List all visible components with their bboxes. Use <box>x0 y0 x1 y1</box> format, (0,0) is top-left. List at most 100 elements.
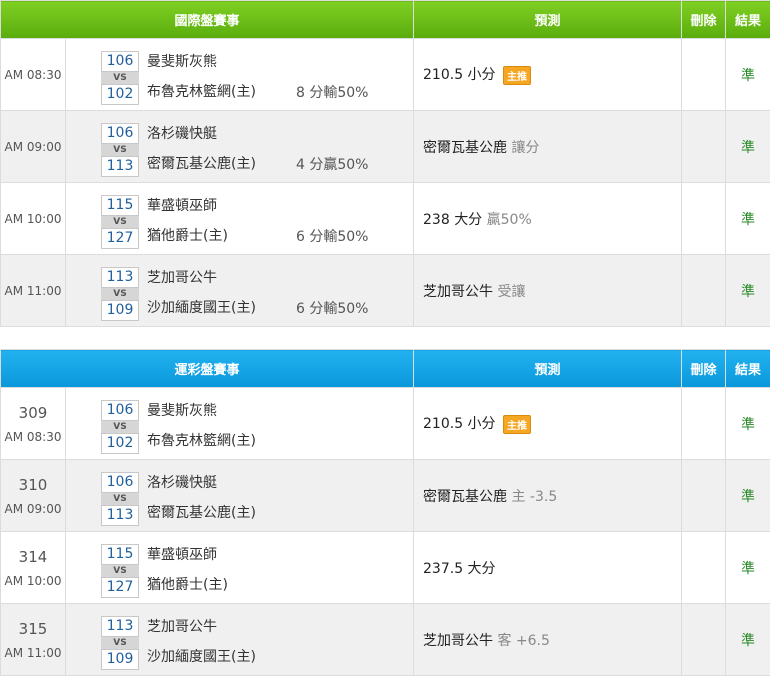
prediction-cell: 密爾瓦基公鹿 主 -3.5 <box>413 459 683 532</box>
away-score: 115 <box>101 544 139 565</box>
away-team[interactable]: 曼斐斯灰熊 <box>147 400 256 422</box>
game-time: AM 11:00 <box>4 645 62 660</box>
delete-cell <box>681 38 727 111</box>
result-cell: 準 <box>725 603 770 676</box>
away-score: 106 <box>101 400 139 421</box>
intl-rows: AM 08:30 106 VS 102 曼斐斯灰熊 布魯克林籃網(主) 8 分輸… <box>0 38 770 327</box>
teams: 曼斐斯灰熊 布魯克林籃網(主) <box>147 400 256 452</box>
prediction-detail: 受讓 <box>497 283 526 300</box>
away-team[interactable]: 芝加哥公牛 <box>147 616 256 638</box>
score-box: 113 VS 109 <box>101 267 139 321</box>
match-cell: 106 VS 102 曼斐斯灰熊 布魯克林籃網(主) 8 分輸50% <box>64 38 415 111</box>
recommend-badge: 主推 <box>503 65 531 85</box>
home-score: 102 <box>101 433 139 454</box>
away-score: 115 <box>101 195 139 216</box>
match-cell: 106 VS 113 洛杉磯快艇 密爾瓦基公鹿(主) <box>64 459 415 532</box>
away-team[interactable]: 芝加哥公牛 <box>147 267 256 289</box>
time-cell: AM 11:00 <box>0 254 66 327</box>
match-cell: 113 VS 109 芝加哥公牛 沙加緬度國王(主) <box>64 603 415 676</box>
vs-label: VS <box>101 288 139 300</box>
away-team[interactable]: 華盛頓巫師 <box>147 195 228 217</box>
home-score: 113 <box>101 156 139 177</box>
match-row: 310 AM 09:00 106 VS 113 洛杉磯快艇 密爾瓦基公鹿(主) … <box>0 459 770 532</box>
delete-cell <box>681 531 727 604</box>
score-box: 106 VS 102 <box>101 51 139 105</box>
sport-rows: 309 AM 08:30 106 VS 102 曼斐斯灰熊 布魯克林籃網(主) … <box>0 387 770 676</box>
match-cell: 115 VS 127 華盛頓巫師 猶他爵士(主) 6 分輸50% <box>64 182 415 255</box>
game-time: AM 08:30 <box>4 429 62 444</box>
home-team[interactable]: 猶他爵士(主) <box>147 225 228 247</box>
sport-pred-header: 預測 <box>413 349 683 388</box>
game-number: 310 <box>18 475 48 494</box>
home-score: 127 <box>101 577 139 598</box>
vs-label: VS <box>101 72 139 84</box>
result-cell: 準 <box>725 254 770 327</box>
time-cell: 310 AM 09:00 <box>0 459 66 532</box>
match-row: 314 AM 10:00 115 VS 127 華盛頓巫師 猶他爵士(主) 23… <box>0 531 770 604</box>
vs-label: VS <box>101 637 139 649</box>
away-score: 106 <box>101 123 139 144</box>
prediction-text: 芝加哥公牛 <box>423 283 494 300</box>
teams: 曼斐斯灰熊 布魯克林籃網(主) <box>147 51 256 103</box>
prediction-text: 237.5 大分 <box>423 560 496 577</box>
vs-label: VS <box>101 493 139 505</box>
time-cell: AM 08:30 <box>0 38 66 111</box>
result-cell: 準 <box>725 387 770 460</box>
intl-match-header: 國際盤賽事 <box>0 0 415 39</box>
prediction-cell: 210.5 小分 主推 <box>413 38 683 111</box>
away-score: 106 <box>101 472 139 493</box>
delete-cell <box>681 459 727 532</box>
sport-match-header: 運彩盤賽事 <box>0 349 415 388</box>
game-time: AM 09:00 <box>4 501 62 516</box>
prediction-board: 國際盤賽事 預測 刪除 結果 AM 08:30 106 VS 102 曼斐斯灰熊… <box>0 0 770 676</box>
match-cell: 113 VS 109 芝加哥公牛 沙加緬度國王(主) 6 分輸50% <box>64 254 415 327</box>
handicap-result: 8 分輸50% <box>296 85 369 101</box>
teams: 洛杉磯快艇 密爾瓦基公鹿(主) <box>147 472 256 524</box>
handicap-result: 4 分贏50% <box>296 157 369 173</box>
home-team[interactable]: 沙加緬度國王(主) <box>147 297 256 319</box>
result-cell: 準 <box>725 110 770 183</box>
game-time: AM 09:00 <box>4 139 62 154</box>
score-box: 106 VS 113 <box>101 472 139 526</box>
teams: 洛杉磯快艇 密爾瓦基公鹿(主) <box>147 123 256 175</box>
home-score: 109 <box>101 300 139 321</box>
home-team[interactable]: 沙加緬度國王(主) <box>147 646 256 668</box>
prediction-cell: 芝加哥公牛 受讓 <box>413 254 683 327</box>
delete-cell <box>681 387 727 460</box>
time-cell: 315 AM 11:00 <box>0 603 66 676</box>
intl-pred-header: 預測 <box>413 0 683 39</box>
home-team[interactable]: 密爾瓦基公鹿(主) <box>147 153 256 175</box>
away-team[interactable]: 曼斐斯灰熊 <box>147 51 256 73</box>
time-cell: AM 09:00 <box>0 110 66 183</box>
teams: 芝加哥公牛 沙加緬度國王(主) <box>147 616 256 668</box>
game-time: AM 10:00 <box>4 573 62 588</box>
prediction-cell: 237.5 大分 <box>413 531 683 604</box>
prediction-text: 210.5 小分 <box>423 416 496 433</box>
away-team[interactable]: 洛杉磯快艇 <box>147 123 256 145</box>
vs-label: VS <box>101 144 139 156</box>
away-team[interactable]: 洛杉磯快艇 <box>147 472 256 494</box>
score-box: 115 VS 127 <box>101 195 139 249</box>
away-team[interactable]: 華盛頓巫師 <box>147 544 228 566</box>
game-number: 309 <box>18 403 48 422</box>
match-row: 315 AM 11:00 113 VS 109 芝加哥公牛 沙加緬度國王(主) … <box>0 603 770 676</box>
home-score: 109 <box>101 649 139 670</box>
result-cell: 準 <box>725 531 770 604</box>
teams: 華盛頓巫師 猶他爵士(主) <box>147 195 228 247</box>
game-number: 315 <box>18 619 48 638</box>
home-team[interactable]: 猶他爵士(主) <box>147 574 228 596</box>
prediction-text: 密爾瓦基公鹿 <box>423 139 508 156</box>
prediction-cell: 238 大分 贏50% <box>413 182 683 255</box>
away-score: 113 <box>101 616 139 637</box>
result-cell: 準 <box>725 38 770 111</box>
home-team[interactable]: 密爾瓦基公鹿(主) <box>147 502 256 524</box>
delete-cell <box>681 182 727 255</box>
prediction-detail: 讓分 <box>511 139 540 156</box>
home-team[interactable]: 布魯克林籃網(主) <box>147 430 256 452</box>
home-team[interactable]: 布魯克林籃網(主) <box>147 81 256 103</box>
delete-cell <box>681 603 727 676</box>
delete-cell <box>681 110 727 183</box>
prediction-detail: 主 -3.5 <box>511 488 558 505</box>
away-score: 113 <box>101 267 139 288</box>
match-row: AM 08:30 106 VS 102 曼斐斯灰熊 布魯克林籃網(主) 8 分輸… <box>0 38 770 111</box>
